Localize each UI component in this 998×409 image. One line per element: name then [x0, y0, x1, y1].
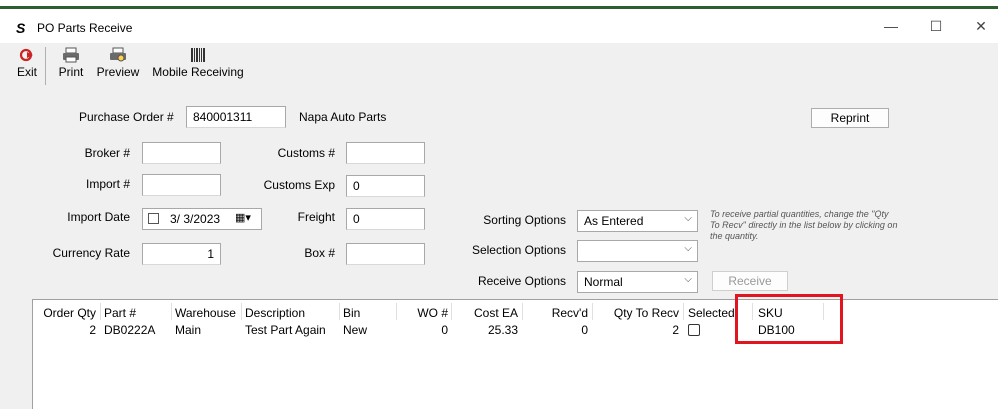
- col-divider: [396, 303, 397, 320]
- cell-warehouse[interactable]: Main: [175, 323, 201, 337]
- cell-recvd[interactable]: 0: [530, 323, 588, 337]
- col-header-qty-to-recv[interactable]: Qty To Recv: [595, 306, 679, 320]
- printer-icon: [55, 45, 87, 65]
- reprint-button[interactable]: Reprint: [811, 108, 889, 128]
- cell-bin[interactable]: New: [343, 323, 367, 337]
- purchase-order-input[interactable]: [186, 106, 286, 128]
- receive-button[interactable]: Receive: [712, 271, 788, 291]
- top-edge-strip: [0, 0, 998, 9]
- chevron-down-icon: ⌵: [684, 243, 692, 254]
- selection-options-select[interactable]: ⌵: [577, 240, 698, 262]
- col-header-description[interactable]: Description: [245, 306, 305, 320]
- col-header-selected[interactable]: Selected: [688, 306, 735, 320]
- cell-cost-ea[interactable]: 25.33: [455, 323, 518, 337]
- maximize-button[interactable]: ☐: [921, 15, 951, 37]
- col-divider: [100, 303, 101, 320]
- chevron-down-icon: ⌵: [684, 274, 692, 285]
- col-header-warehouse[interactable]: Warehouse: [175, 306, 236, 320]
- exit-button[interactable]: Exit: [12, 45, 42, 79]
- vendor-name: Napa Auto Parts: [299, 110, 387, 124]
- customs-input[interactable]: [346, 142, 425, 164]
- currency-rate-input[interactable]: [142, 243, 221, 265]
- mobile-receiving-button[interactable]: Mobile Receiving: [151, 45, 245, 79]
- mobile-receiving-label: Mobile Receiving: [152, 65, 244, 79]
- sorting-options-select[interactable]: As Entered ⌵: [577, 210, 698, 232]
- chevron-down-icon: ⌵: [684, 213, 692, 224]
- window-title: PO Parts Receive: [37, 21, 133, 35]
- col-divider: [451, 303, 452, 320]
- currency-rate-label: Currency Rate: [52, 246, 130, 260]
- col-divider: [171, 303, 172, 320]
- col-divider: [522, 303, 523, 320]
- col-header-recvd[interactable]: Recv'd: [530, 306, 588, 320]
- import-label: Import #: [85, 177, 130, 191]
- title-bar: S PO Parts Receive — ☐ ✕: [0, 9, 998, 43]
- col-header-wo[interactable]: WO #: [400, 306, 448, 320]
- import-date-label: Import Date: [67, 210, 130, 224]
- partial-quantity-hint: To receive partial quantities, change th…: [710, 209, 898, 241]
- broker-input[interactable]: [142, 142, 221, 164]
- cell-wo[interactable]: 0: [400, 323, 448, 337]
- receive-options-label: Receive Options: [477, 274, 566, 288]
- purchase-order-label: Purchase Order #: [79, 110, 174, 124]
- exit-label: Exit: [16, 65, 37, 79]
- sorting-options-value: As Entered: [584, 214, 644, 228]
- receive-options-value: Normal: [584, 275, 623, 289]
- toolbar: Exit Print Preview Mobile Receiving: [0, 43, 998, 89]
- import-date-value: 3/ 3/2023: [170, 212, 221, 226]
- import-date-checkbox[interactable]: [148, 213, 159, 224]
- col-header-bin[interactable]: Bin: [343, 306, 360, 320]
- toolbar-separator: [45, 47, 46, 85]
- cell-order-qty[interactable]: 2: [40, 323, 96, 337]
- calendar-icon: ▦▾: [235, 212, 251, 224]
- preview-label: Preview: [96, 65, 140, 79]
- box-input[interactable]: [346, 243, 425, 265]
- import-date-picker[interactable]: 3/ 3/2023 ▦▾: [142, 208, 262, 230]
- freight-label: Freight: [297, 210, 335, 224]
- receive-options-select[interactable]: Normal ⌵: [577, 271, 698, 293]
- preview-button[interactable]: Preview: [95, 45, 141, 79]
- cell-selected-checkbox[interactable]: [688, 324, 700, 336]
- print-button[interactable]: Print: [55, 45, 87, 79]
- freight-input[interactable]: [346, 208, 425, 230]
- exit-icon: [12, 45, 42, 65]
- col-header-order-qty[interactable]: Order Qty: [40, 306, 96, 320]
- col-divider: [683, 303, 684, 320]
- preview-icon: [95, 45, 141, 65]
- customs-exp-input[interactable]: [346, 175, 425, 197]
- sku-highlight-box: [735, 294, 843, 344]
- broker-label: Broker #: [84, 146, 130, 160]
- col-divider: [241, 303, 242, 320]
- cell-part[interactable]: DB0222A: [104, 323, 155, 337]
- box-label: Box #: [304, 246, 335, 260]
- close-button[interactable]: ✕: [966, 15, 996, 37]
- col-divider: [592, 303, 593, 320]
- import-input[interactable]: [142, 174, 221, 196]
- customs-label: Customs #: [277, 146, 335, 160]
- app-logo-icon: S: [16, 20, 26, 36]
- minimize-button[interactable]: —: [876, 15, 906, 37]
- barcode-icon: [151, 45, 245, 65]
- col-header-cost-ea[interactable]: Cost EA: [455, 306, 518, 320]
- cell-qty-to-recv[interactable]: 2: [595, 323, 679, 337]
- print-label: Print: [58, 65, 84, 79]
- sorting-options-label: Sorting Options: [483, 213, 566, 227]
- cell-description[interactable]: Test Part Again: [245, 323, 326, 337]
- col-divider: [339, 303, 340, 320]
- col-header-part[interactable]: Part #: [104, 306, 136, 320]
- selection-options-label: Selection Options: [471, 243, 566, 257]
- customs-exp-label: Customs Exp: [263, 178, 335, 192]
